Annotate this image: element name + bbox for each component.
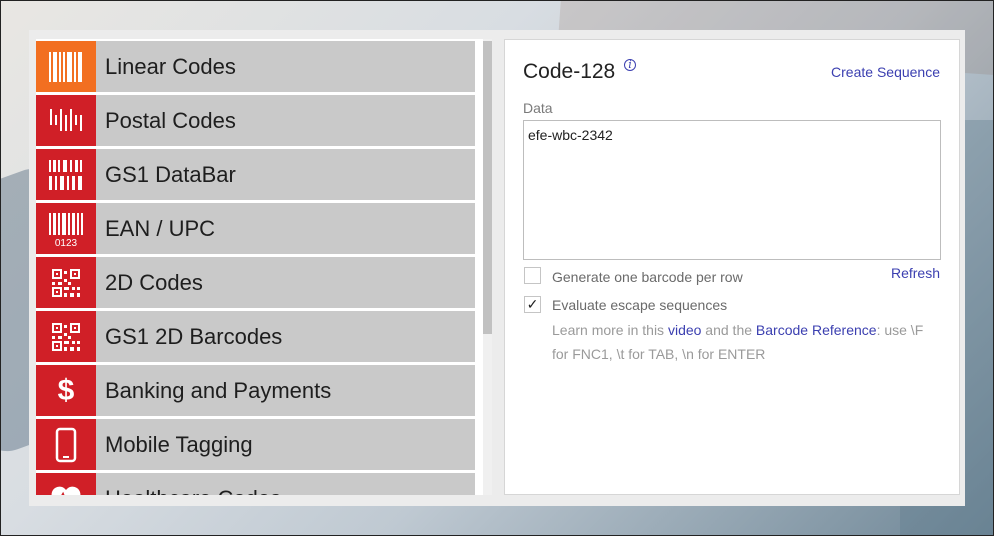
- barcode-reference-link[interactable]: Barcode Reference: [756, 322, 877, 338]
- qr-code-icon: [36, 311, 96, 362]
- heart-icon: [36, 473, 96, 495]
- help-text-part: and the: [701, 322, 756, 338]
- per-row-checkbox[interactable]: [524, 267, 541, 284]
- menu-item-label: GS1 2D Barcodes: [105, 323, 283, 349]
- qr-code-icon: [36, 257, 96, 308]
- barcode-settings-panel: Code-128 i Create Sequence Data efe-wbc-…: [504, 39, 960, 495]
- postal-barcode-icon: [36, 95, 96, 146]
- phone-icon: [36, 419, 96, 470]
- databar-icon: [36, 149, 96, 200]
- menu-item-label: Postal Codes: [105, 107, 236, 133]
- barcode-category-menu: Linear Codes Postal Codes GS1 DataBar 01…: [36, 39, 492, 495]
- menu-item-mobile-tagging[interactable]: Mobile Tagging: [36, 419, 475, 470]
- dollar-icon: $: [36, 365, 96, 416]
- data-input[interactable]: efe-wbc-2342: [523, 120, 941, 260]
- ean-upc-icon: 0123: [36, 203, 96, 254]
- barcode-generator-dialog: Linear Codes Postal Codes GS1 DataBar 01…: [29, 30, 965, 506]
- menu-item-label: 2D Codes: [105, 269, 203, 295]
- dollar-glyph: $: [57, 373, 75, 407]
- escape-help-text: Learn more in this video and the Barcode…: [552, 318, 942, 366]
- info-icon[interactable]: i: [624, 59, 636, 71]
- menu-item-ean-upc[interactable]: 0123 EAN / UPC: [36, 203, 475, 254]
- help-text-part: Learn more in this: [552, 322, 668, 338]
- menu-item-healthcare-codes[interactable]: Healthcare Codes: [36, 473, 475, 495]
- menu-item-label: Linear Codes: [105, 53, 236, 79]
- menu-item-postal-codes[interactable]: Postal Codes: [36, 95, 475, 146]
- scrollbar-thumb[interactable]: [483, 41, 492, 334]
- menu-item-2d-codes[interactable]: 2D Codes: [36, 257, 475, 308]
- linear-barcode-icon: [36, 41, 96, 92]
- barcode-type-title: Code-128: [523, 60, 616, 83]
- per-row-label: Generate one barcode per row: [552, 269, 743, 285]
- menu-item-label: Banking and Payments: [105, 377, 332, 403]
- menu-item-label: Mobile Tagging: [105, 431, 253, 457]
- escape-sequences-checkbox[interactable]: ✓: [524, 296, 541, 313]
- ean-digits: 0123: [55, 238, 78, 248]
- menu-item-linear-codes[interactable]: Linear Codes: [36, 41, 475, 92]
- refresh-link[interactable]: Refresh: [891, 265, 940, 281]
- menu-item-banking-payments[interactable]: $ Banking and Payments: [36, 365, 475, 416]
- menu-scrollbar[interactable]: [483, 39, 492, 495]
- data-label: Data: [523, 100, 553, 116]
- create-sequence-link[interactable]: Create Sequence: [831, 64, 940, 80]
- menu-item-label: GS1 DataBar: [105, 161, 236, 187]
- escape-sequences-label: Evaluate escape sequences: [552, 297, 728, 313]
- menu-item-gs1-databar[interactable]: GS1 DataBar: [36, 149, 475, 200]
- menu-item-gs1-2d-barcodes[interactable]: GS1 2D Barcodes: [36, 311, 475, 362]
- video-link[interactable]: video: [668, 322, 701, 338]
- menu-item-label: EAN / UPC: [105, 215, 216, 241]
- menu-item-label: Healthcare Codes: [105, 486, 281, 496]
